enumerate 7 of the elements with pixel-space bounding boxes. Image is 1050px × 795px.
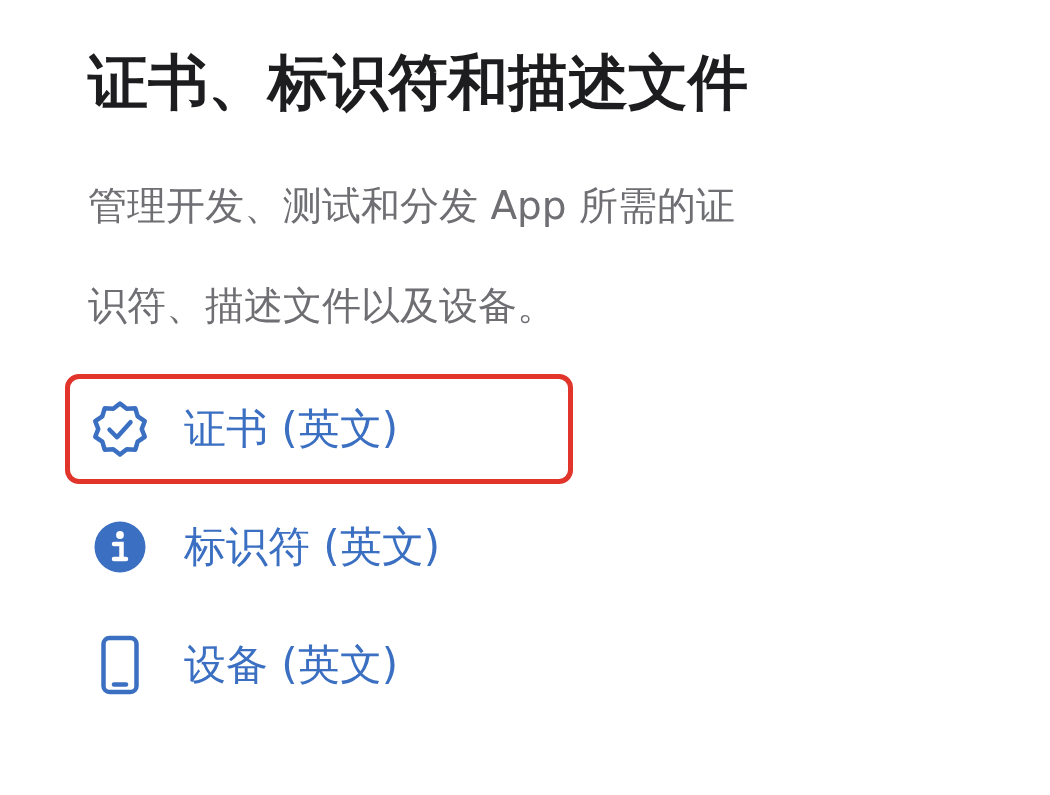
seal-check-icon bbox=[90, 399, 150, 459]
link-item[interactable]: 标识符 (英文) bbox=[65, 492, 525, 602]
link-item[interactable]: 证书 (英文) bbox=[65, 374, 573, 484]
link-item[interactable]: 设备 (英文) bbox=[65, 610, 525, 720]
description-text: 管理开发、测试和分发 App 所需的证 bbox=[88, 182, 736, 230]
page-title: 证书、标识符和描述文件 bbox=[88, 46, 749, 119]
description-text: 识符、描述文件以及设备。 bbox=[88, 282, 557, 330]
